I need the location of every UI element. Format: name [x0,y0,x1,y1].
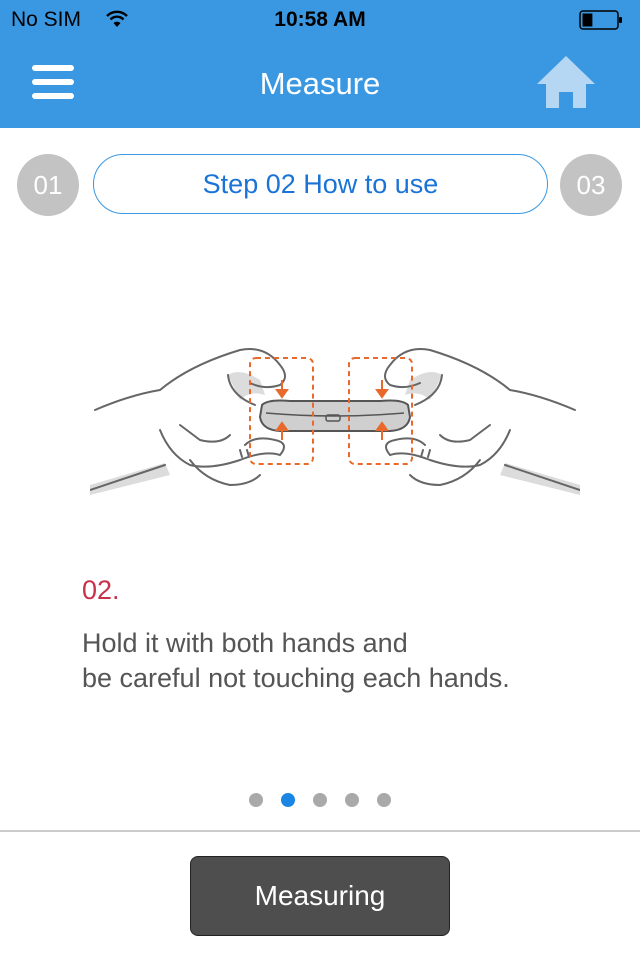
current-step-title: Step 02 How to use [93,154,548,214]
home-icon[interactable] [535,54,597,110]
page-dot[interactable] [345,793,359,807]
divider [0,830,640,832]
battery-icon [579,10,622,30]
app-header: No SIM 10:58 AM Measure [0,0,640,128]
page-indicator [0,793,640,807]
prev-step-button[interactable]: 01 [17,154,79,216]
hand-shadows [90,371,580,495]
left-hand [90,348,286,491]
next-step-button[interactable]: 03 [560,154,622,216]
hands-holding-device-illustration [90,348,580,495]
nav-bar: Measure [0,40,640,128]
description-line: be careful not touching each hands. [82,663,510,693]
page-dot[interactable] [249,793,263,807]
right-hand [384,348,580,491]
page-dot[interactable] [313,793,327,807]
measuring-button[interactable]: Measuring [190,856,450,936]
page-dot[interactable] [377,793,391,807]
step-description: Hold it with both hands and be careful n… [82,626,510,696]
step-number: 02. [82,575,120,605]
page-dot[interactable] [281,793,295,807]
clock: 10:58 AM [274,8,366,31]
description-line: Hold it with both hands and [82,628,408,658]
status-bar: No SIM 10:58 AM [0,0,640,40]
